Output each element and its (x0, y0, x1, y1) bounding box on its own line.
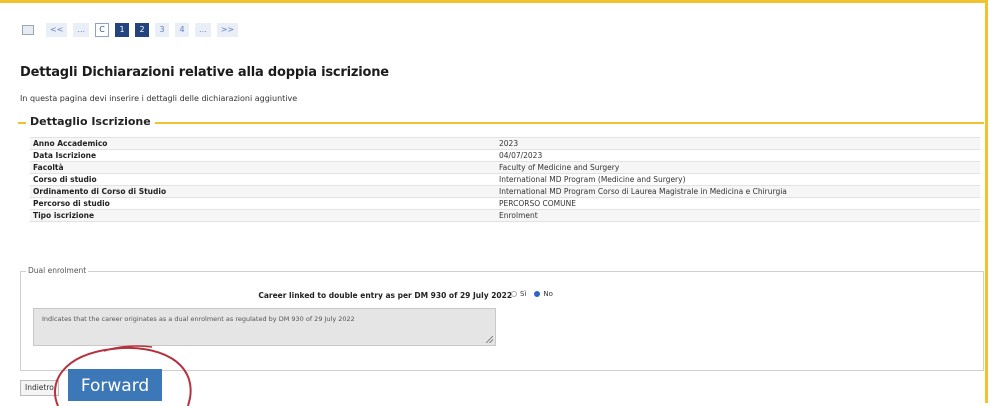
detail-fieldset: Dettaglio Iscrizione Anno Accademico 2023… (18, 115, 984, 261)
pager-item[interactable]: << (46, 23, 68, 37)
dual-enrolment-fieldset: Dual enrolment Career linked to double e… (20, 266, 984, 371)
detail-label: Data Iscrizione (30, 149, 496, 162)
table-row: Percorso di studio PERCORSO COMUNE (30, 197, 980, 210)
table-row: Ordinamento di Corso di Studio Internatio… (30, 185, 980, 198)
pager-item[interactable]: 1 (115, 23, 130, 37)
radio-yes-label: Sì (520, 290, 527, 298)
radio-yes[interactable] (511, 291, 517, 297)
table-row: Data Iscrizione 04/07/2023 (30, 149, 980, 162)
detail-label: Ordinamento di Corso di Studio (30, 185, 496, 198)
table-row: Facoltà Faculty of Medicine and Surgery (30, 161, 980, 174)
pager-item[interactable]: 4 (175, 23, 190, 37)
detail-label: Facoltà (30, 161, 496, 174)
pagination-bar: <<... C 1 2 3 4... >> (22, 23, 244, 37)
detail-value: International MD Program Corso di Laurea… (496, 185, 980, 198)
pager-item[interactable]: 2 (135, 23, 150, 37)
detail-legend: Dettaglio Iscrizione (26, 115, 155, 128)
pager-item[interactable]: >> (216, 23, 239, 37)
pager-item[interactable]: 3 (155, 23, 170, 37)
pager-items: <<... C 1 2 3 4... >> (46, 23, 244, 37)
pager-item[interactable]: ... (73, 23, 90, 37)
page-title: Dettagli Dichiarazioni relative alla dop… (20, 65, 389, 80)
list-icon[interactable] (22, 25, 34, 35)
detail-value: PERCORSO COMUNE (496, 197, 980, 210)
table-row: Tipo iscrizione Enrolment (30, 209, 980, 222)
page-intro: In questa pagina devi inserire i dettagl… (20, 94, 298, 103)
page-frame: <<... C 1 2 3 4... >> Dettagli Dichiarazioni r… (0, 0, 988, 406)
table-row: Anno Accademico 2023 (30, 137, 980, 150)
note-text: Indicates that the career originates as … (42, 315, 355, 323)
radio-option-no[interactable]: No (534, 290, 553, 298)
pager-item[interactable]: ... (195, 23, 211, 37)
dual-enrolment-question: Career linked to double entry as per DM … (258, 291, 516, 300)
detail-label: Tipo iscrizione (30, 209, 496, 222)
detail-label: Percorso di studio (30, 197, 496, 210)
radio-no[interactable] (534, 291, 541, 297)
detail-label: Corso di studio (30, 173, 496, 186)
detail-value: Faculty of Medicine and Surgery (496, 161, 980, 174)
pager-item[interactable]: C (95, 23, 110, 37)
detail-value: 04/07/2023 (496, 149, 980, 162)
resize-handle-icon[interactable] (486, 336, 493, 343)
radio-option-yes[interactable]: Sì (511, 290, 526, 298)
detail-value: International MD Program (Medicine and S… (496, 173, 980, 186)
detail-table: Anno Accademico 2023 Data Iscrizione 04/07/… (30, 137, 980, 222)
detail-label: Anno Accademico (30, 137, 496, 150)
table-row: Corso di studio International MD Program … (30, 173, 980, 186)
dual-enrolment-legend: Dual enrolment (26, 266, 89, 275)
back-button[interactable]: Indietro (20, 380, 59, 396)
radio-no-label: No (543, 290, 553, 298)
note-textarea[interactable]: Indicates that the career originates as … (33, 308, 496, 346)
detail-value: Enrolment (496, 209, 980, 222)
dual-enrolment-radio-group: Sì No (511, 290, 561, 298)
forward-button[interactable]: Forward (68, 369, 162, 401)
detail-value: 2023 (496, 137, 980, 150)
